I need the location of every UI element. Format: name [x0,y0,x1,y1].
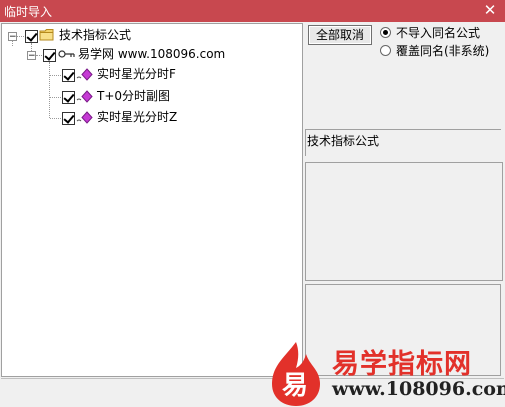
title-bar: 临时导入 ✕ [0,0,505,22]
description-panel [305,162,503,281]
formula-tree[interactable]: − 技术指标公式 − 易学网 www.108096.com 实时星光分时F T+… [1,23,303,377]
overwrite-duplicates-label[interactable]: 覆盖同名(非系统) [396,42,489,59]
category-info: 技术指标公式 [305,129,501,156]
skip-duplicates-label[interactable]: 不导入同名公式 [396,24,480,41]
item-checkbox[interactable] [62,69,75,82]
formula-icon [76,68,93,81]
key-icon [58,50,75,58]
item-checkbox[interactable] [62,112,75,125]
deselect-all-button[interactable]: 全部取消 [308,25,372,45]
tree-root-label[interactable]: 技术指标公式 [59,26,131,43]
watermark-title: 易学指标网 [332,349,472,380]
flame-logo-icon: 易 [272,342,320,406]
window-title: 临时导入 [4,5,53,19]
folder-icon [39,29,54,41]
watermark-url: www.108096.com [332,378,505,400]
skip-duplicates-radio[interactable] [380,27,391,38]
item-checkbox[interactable] [62,91,75,104]
tree-item-label[interactable]: 实时星光分时F [97,65,176,82]
close-icon[interactable]: ✕ [481,1,499,19]
watermark: 易 易学指标网 www.108096.com [266,340,505,407]
source-checkbox[interactable] [43,49,56,62]
svg-text:易: 易 [282,371,308,401]
overwrite-duplicates-radio[interactable] [380,45,391,56]
import-dialog: 临时导入 ✕ − 技术指标公式 − 易学网 www.108096.com 实时星… [0,0,505,407]
formula-icon [76,111,93,124]
collapse-source-icon[interactable]: − [27,51,36,61]
tree-item-label[interactable]: 实时星光分时Z [97,108,177,125]
root-checkbox[interactable] [25,30,38,43]
tree-source-label[interactable]: 易学网 www.108096.com [78,45,225,62]
formula-icon [76,90,93,103]
tree-item-label[interactable]: T+0分时副图 [97,87,170,104]
collapse-root-icon[interactable]: − [8,32,17,42]
